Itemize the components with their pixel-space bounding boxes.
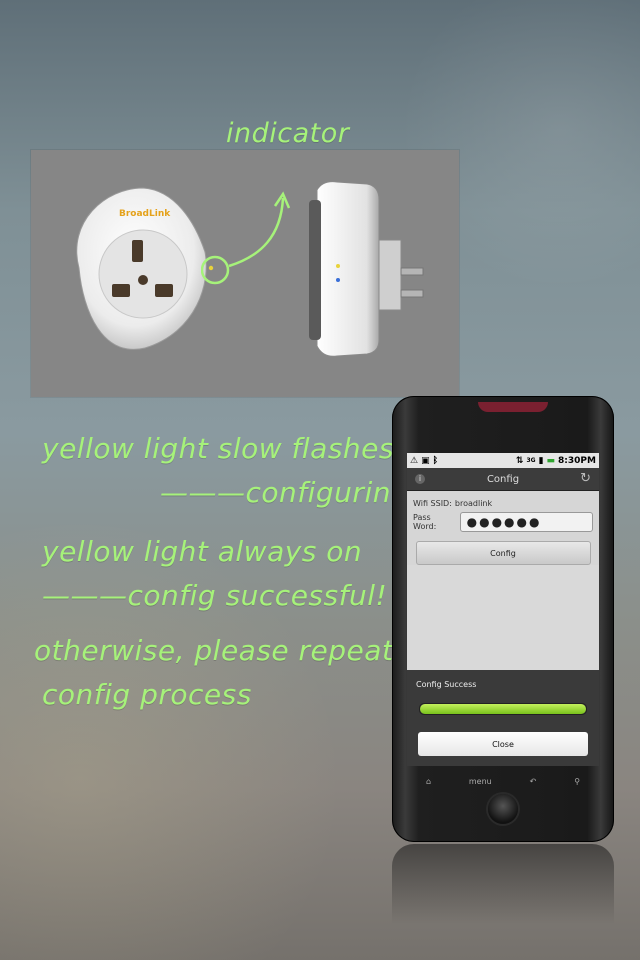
instruction-slow-flash: yellow light slow flashes <box>42 432 394 465</box>
indicator-label: indicator <box>226 118 350 149</box>
refresh-icon[interactable]: ↻ <box>580 471 591 486</box>
ssid-value: broadlink <box>454 498 493 508</box>
signal-icon: ▮ <box>538 455 544 466</box>
password-row: Pass Word: ●●●●●● <box>413 511 593 533</box>
smart-plug-front-image: BroadLink <box>76 187 207 350</box>
menu-button[interactable]: menu <box>469 777 492 786</box>
back-icon[interactable]: ↶ <box>530 777 537 786</box>
screen-title: Config <box>486 473 520 485</box>
progress-bar-fill <box>420 704 586 714</box>
image-icon: ▣ <box>421 455 430 466</box>
instruction-always-on: yellow light always on <box>42 535 363 568</box>
password-label: Pass Word: <box>413 513 437 531</box>
phone-nav-bar: ⌂ menu ↶ ⚲ <box>407 769 599 793</box>
instruction-configuring: ———configuring <box>160 476 410 509</box>
search-icon[interactable]: ⚲ <box>574 777 580 786</box>
phone-earpiece <box>478 402 548 412</box>
dialog-title: Config Success <box>416 680 477 689</box>
info-icon[interactable]: i <box>415 474 425 484</box>
phone-reflection <box>392 844 614 924</box>
config-success-dialog: Config Success Close <box>407 670 599 766</box>
battery-icon: ▬ <box>546 455 556 466</box>
instruction-success: ———config successful! <box>42 579 388 612</box>
warning-icon: ⚠ <box>410 455 419 466</box>
config-form: Wifi SSID: broadlink Pass Word: ●●●●●● C… <box>407 491 599 565</box>
instruction-otherwise: otherwise, please repeat <box>34 634 394 667</box>
sync-icon: ⇅ <box>515 455 524 466</box>
3g-icon: 3G <box>526 457 536 464</box>
password-input[interactable]: ●●●●●● <box>459 512 593 532</box>
bluetooth-icon: ᛒ <box>432 455 438 466</box>
indicator-callout <box>201 191 291 285</box>
phone-mockup: ⚠ ▣ ᛒ ⇅ 3G ▮ ▬ 8:30PM i Config ↻ Wifi SS… <box>392 396 614 842</box>
ssid-label: Wifi SSID: <box>413 498 452 508</box>
instruction-repeat: config process <box>42 678 252 711</box>
ssid-row: Wifi SSID: broadlink <box>413 495 593 511</box>
status-bar: ⚠ ▣ ᛒ ⇅ 3G ▮ ▬ 8:30PM <box>407 453 599 468</box>
close-button[interactable]: Close <box>418 732 588 756</box>
trackball[interactable] <box>488 794 518 824</box>
home-icon[interactable]: ⌂ <box>426 777 431 786</box>
smart-plug-side-image <box>309 181 424 357</box>
config-button[interactable]: Config <box>415 541 591 565</box>
brand-logo: BroadLink <box>119 209 171 219</box>
status-time: 8:30PM <box>558 455 596 466</box>
progress-bar <box>419 703 587 715</box>
product-photo: BroadLink <box>31 150 459 397</box>
title-bar: i Config ↻ <box>407 468 599 491</box>
phone-screen: ⚠ ▣ ᛒ ⇅ 3G ▮ ▬ 8:30PM i Config ↻ Wifi SS… <box>407 453 599 766</box>
